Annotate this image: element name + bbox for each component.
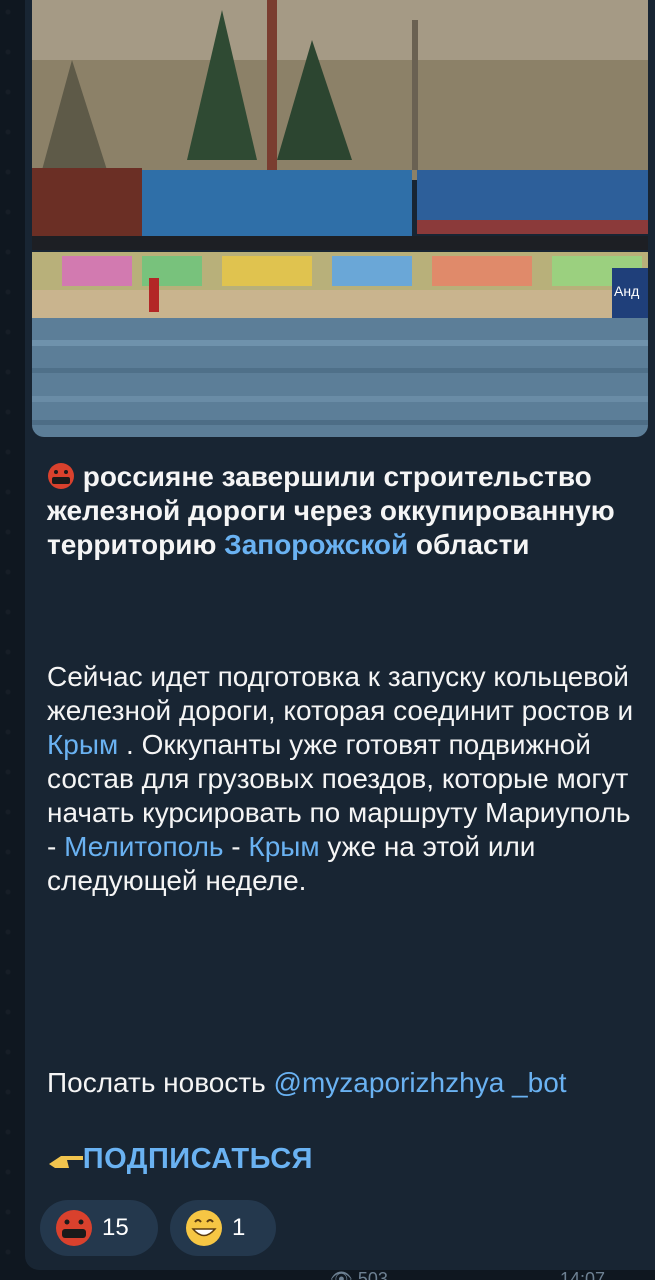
eye-icon: 👁 <box>330 1269 353 1280</box>
send-news-label: Послать новость <box>47 1067 274 1098</box>
reaction-count: 15 <box>102 1214 129 1241</box>
cursing-face-icon <box>47 462 75 490</box>
link-crimea-1[interactable]: Крым <box>47 729 118 760</box>
post-time: 14:07 <box>560 1269 606 1280</box>
reaction-count: 1 <box>232 1214 246 1241</box>
send-news-line: Послать новость @myzaporizhzhya _bot <box>47 1066 637 1100</box>
photo-sign-text: Анд <box>614 283 639 299</box>
bot-link[interactable]: @myzaporizhzhya _bot <box>274 1067 567 1098</box>
link-melitopol[interactable]: Мелитополь <box>64 831 223 862</box>
body-text-3: - <box>223 831 249 862</box>
link-zaporizhzhia[interactable]: Запорожской <box>224 529 408 560</box>
post-photo[interactable]: Анд <box>32 0 648 437</box>
link-crimea-2[interactable]: Крым <box>248 831 319 862</box>
cursing-face-icon <box>54 1208 94 1248</box>
grinning-face-icon <box>184 1208 224 1248</box>
body-text-1: Сейчас идет подготовка к запуску кольцев… <box>47 661 634 726</box>
post-body: Сейчас идет подготовка к запуску кольцев… <box>47 660 637 898</box>
reaction-cursing[interactable]: 15 <box>40 1200 158 1256</box>
post-headline: россияне завершили строительство железно… <box>47 460 637 562</box>
view-count: 👁 503 <box>330 1268 420 1280</box>
headline-text-end: области <box>408 529 530 560</box>
pointing-right-hand-icon <box>47 1144 83 1172</box>
subscribe-line: ПОДПИСАТЬСЯ <box>47 1142 637 1176</box>
subscribe-link[interactable]: ПОДПИСАТЬСЯ <box>83 1143 313 1175</box>
reaction-grinning[interactable]: 1 <box>170 1200 276 1256</box>
